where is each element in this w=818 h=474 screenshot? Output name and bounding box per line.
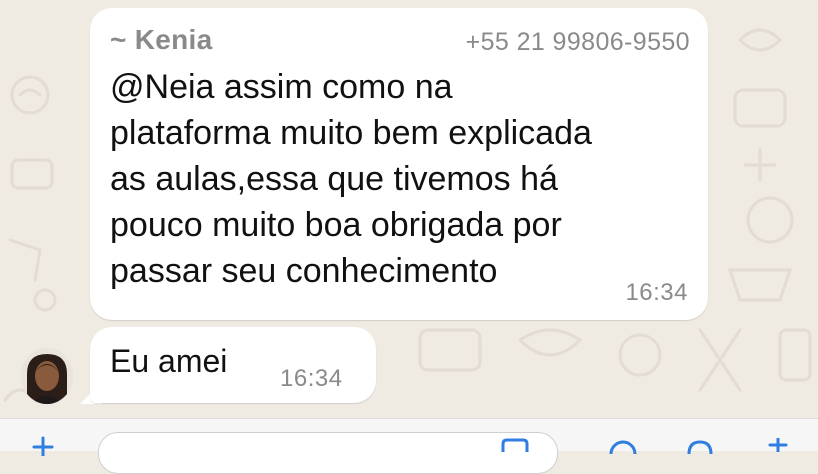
message-text: Eu amei: [110, 343, 228, 379]
avatar[interactable]: [21, 348, 73, 404]
sender-phone[interactable]: +55 21 99806-9550: [466, 28, 690, 57]
sender-header: ~ Kenia +55 21 99806-9550: [110, 24, 690, 60]
sender-name[interactable]: ~ Kenia: [110, 24, 212, 56]
camera-icon[interactable]: [605, 436, 641, 454]
message-input[interactable]: [98, 432, 558, 474]
avatar-photo: [21, 348, 73, 404]
message-timestamp: 16:34: [280, 365, 343, 392]
message-text: @Neia assim como na plataforma muito bem…: [110, 68, 592, 290]
message-timestamp: 16:34: [625, 279, 688, 306]
camera-icon[interactable]: [685, 436, 715, 454]
plus-icon[interactable]: [30, 436, 56, 456]
